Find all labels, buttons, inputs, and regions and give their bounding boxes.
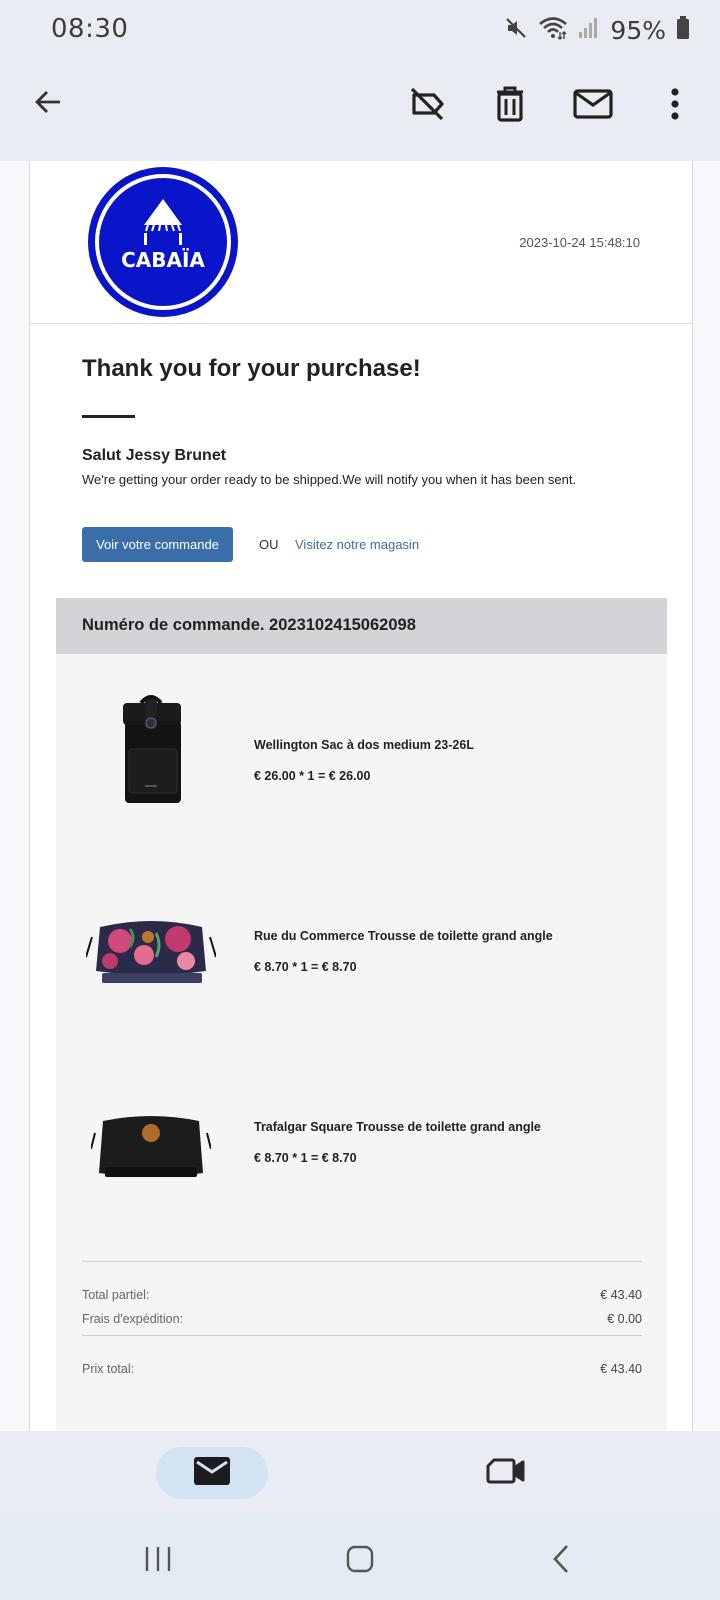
order-number-header: Numéro de commande. 2023102415062098 [56, 598, 667, 654]
item-image-black-bag[interactable] [86, 1084, 216, 1214]
more-vert-icon[interactable] [649, 78, 701, 130]
item-image-backpack[interactable] [86, 684, 216, 814]
video-icon [486, 1456, 526, 1491]
item-name: Trafalgar Square Trousse de toilette gra… [254, 1120, 541, 1134]
summary-divider [82, 1335, 642, 1336]
status-time: 08:30 [51, 14, 129, 44]
system-nav [0, 1515, 720, 1600]
shipping-value: € 0.00 [607, 1312, 642, 1326]
shipping-label: Frais d'expédition: [82, 1312, 184, 1326]
brand-name: CABAÏA [121, 248, 205, 272]
item-price: € 26.00 * 1 = € 26.00 [254, 769, 371, 783]
mail-icon [193, 1456, 231, 1491]
subtotal-value: € 43.40 [600, 1288, 642, 1302]
order-items: Wellington Sac à dos medium 23-26L € 26.… [56, 654, 667, 1431]
subtotal-label: Total partiel: [82, 1288, 150, 1302]
wifi-icon [538, 15, 568, 46]
total-value: € 43.40 [600, 1362, 642, 1376]
order-number: Numéro de commande. 2023102415062098 [82, 616, 416, 634]
battery-percent: 95% [610, 15, 666, 45]
summary-divider [82, 1261, 642, 1262]
view-order-button[interactable]: Voir votre commande [82, 527, 233, 562]
item-price: € 8.70 * 1 = € 8.70 [254, 960, 357, 974]
video-tab[interactable] [480, 1447, 532, 1499]
back-arrow-icon[interactable] [22, 76, 74, 128]
system-back-icon[interactable] [540, 1537, 584, 1581]
email-title: Thank you for your purchase! [82, 355, 421, 382]
sent-date: 2023-10-24 15:48:10 [519, 235, 640, 250]
header-divider [30, 323, 692, 324]
left-margin [0, 161, 29, 1431]
label-off-icon[interactable] [401, 78, 453, 130]
greeting: Salut Jessy Brunet [82, 447, 227, 464]
item-image-floral-bag[interactable] [86, 890, 216, 1020]
email-body: CABAÏA 2023-10-24 15:48:10 Thank you for… [29, 161, 693, 1431]
app-bar [0, 62, 720, 160]
right-margin [693, 161, 720, 1431]
visit-store-link[interactable]: Visitez notre magasin [295, 537, 419, 552]
status-icons: 95% [504, 14, 690, 46]
item-price: € 8.70 * 1 = € 8.70 [254, 1151, 357, 1165]
delete-icon[interactable] [484, 78, 536, 130]
or-label: OU [259, 537, 279, 552]
battery-icon [676, 15, 690, 45]
recents-icon[interactable] [136, 1537, 180, 1581]
bottom-nav [0, 1431, 720, 1515]
mute-icon [504, 16, 528, 45]
mail-tab[interactable] [156, 1447, 268, 1499]
home-icon[interactable] [338, 1537, 382, 1581]
item-name: Rue du Commerce Trousse de toilette gran… [254, 929, 553, 943]
signal-icon [578, 16, 600, 45]
total-label: Prix total: [82, 1362, 135, 1376]
title-underline [82, 415, 135, 418]
item-name: Wellington Sac à dos medium 23-26L [254, 738, 474, 752]
mark-unread-icon[interactable] [567, 78, 619, 130]
brand-logo[interactable]: CABAÏA [88, 167, 238, 317]
order-message: We're getting your order ready to be shi… [82, 472, 577, 487]
status-bar: 08:30 95% [0, 0, 720, 62]
